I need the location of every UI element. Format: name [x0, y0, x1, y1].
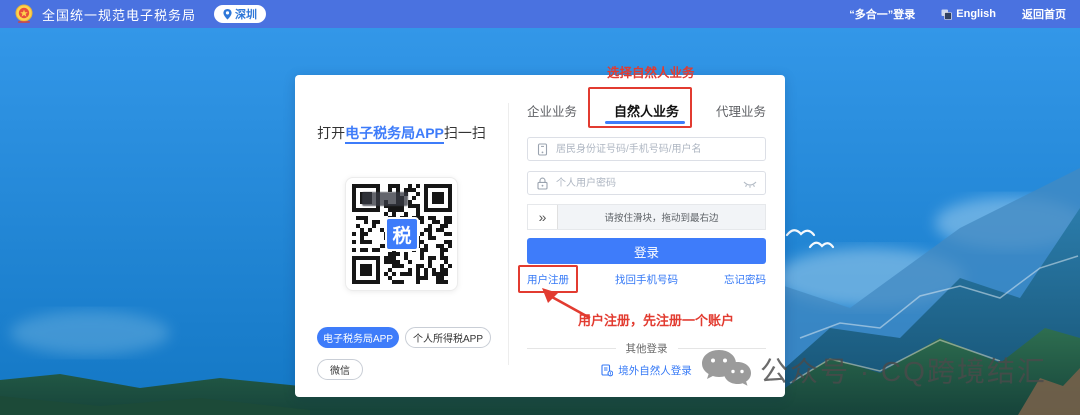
login-button[interactable]: 登录	[527, 238, 766, 264]
english-link[interactable]: English	[941, 8, 996, 20]
topbar-links: “多合一”登录 English 返回首页	[849, 6, 1066, 22]
other-login-label: 其他登录	[626, 341, 668, 356]
scan-title-app-link[interactable]: 电子税务局APP	[345, 125, 444, 144]
double-chevron-icon: »	[539, 209, 547, 225]
slider-handle[interactable]: »	[528, 205, 558, 229]
qr-code: 税	[352, 184, 452, 284]
qr-finder-icon	[424, 184, 452, 212]
passport-icon	[601, 364, 613, 377]
eye-off-icon[interactable]	[743, 179, 757, 189]
tab-enterprise[interactable]: 企业业务	[527, 101, 577, 120]
location-badge[interactable]: 深圳	[214, 5, 266, 23]
qr-center-char: 税	[392, 221, 411, 248]
username-input[interactable]	[554, 138, 744, 160]
recover-phone-link[interactable]: 找回手机号码	[615, 272, 678, 287]
lock-icon	[536, 177, 549, 190]
scan-title: 打开电子税务局APP扫一扫	[295, 123, 508, 143]
card-divider	[508, 103, 509, 365]
etax-app-label: 电子税务局APP	[323, 330, 393, 345]
personal-income-tax-app-tab[interactable]: 个人所得税APP	[405, 327, 491, 348]
slider-hint: 请按住滑块，拖动到最右边	[558, 205, 765, 229]
watermark: 公众号 · CQ跨境结汇	[700, 348, 1047, 392]
qr-center-logo: 税	[385, 217, 419, 251]
annotation-register-note: 用户注册，先注册一个账户	[578, 310, 734, 329]
annotation-select-tab-note: 选择自然人业务	[607, 62, 695, 81]
return-home-link[interactable]: 返回首页	[1022, 6, 1066, 22]
site-title: 全国统一规范电子税务局	[42, 5, 196, 24]
location-label: 深圳	[235, 6, 257, 22]
username-field	[527, 137, 766, 161]
wechat-login-tab[interactable]: 微信	[317, 359, 363, 380]
password-field	[527, 171, 766, 195]
qr-finder-icon	[352, 256, 380, 284]
wechat-logo-icon	[700, 348, 752, 392]
tab-agent[interactable]: 代理业务	[716, 101, 766, 120]
watermark-text: 公众号 · CQ跨境结汇	[760, 350, 1047, 390]
forgot-password-link[interactable]: 忘记密码	[724, 272, 766, 287]
captcha-slider: » 请按住滑块，拖动到最右边	[527, 204, 766, 230]
english-label: English	[956, 8, 996, 20]
qr-overlay-artifact	[362, 192, 408, 206]
scan-title-prefix: 打开	[317, 125, 345, 141]
multi-login-link[interactable]: “多合一”登录	[849, 6, 915, 22]
annotation-tab-highlight-box	[588, 87, 692, 128]
password-input[interactable]	[554, 172, 744, 194]
translate-icon	[941, 9, 952, 20]
id-card-icon	[536, 143, 549, 156]
etax-app-tab[interactable]: 电子税务局APP	[317, 327, 399, 348]
scan-title-suffix: 扫一扫	[444, 125, 486, 141]
location-pin-icon	[223, 9, 232, 20]
iit-app-label: 个人所得税APP	[413, 330, 483, 345]
wechat-label: 微信	[330, 362, 350, 377]
page: 全国统一规范电子税务局 深圳 “多合一”登录 English 返回首页	[0, 0, 1080, 415]
top-bar: 全国统一规范电子税务局 深圳 “多合一”登录 English 返回首页	[0, 0, 1080, 28]
overseas-login-label: 境外自然人登录	[618, 363, 692, 378]
tax-bureau-emblem-icon	[14, 4, 34, 24]
qr-card: 税	[345, 177, 458, 291]
